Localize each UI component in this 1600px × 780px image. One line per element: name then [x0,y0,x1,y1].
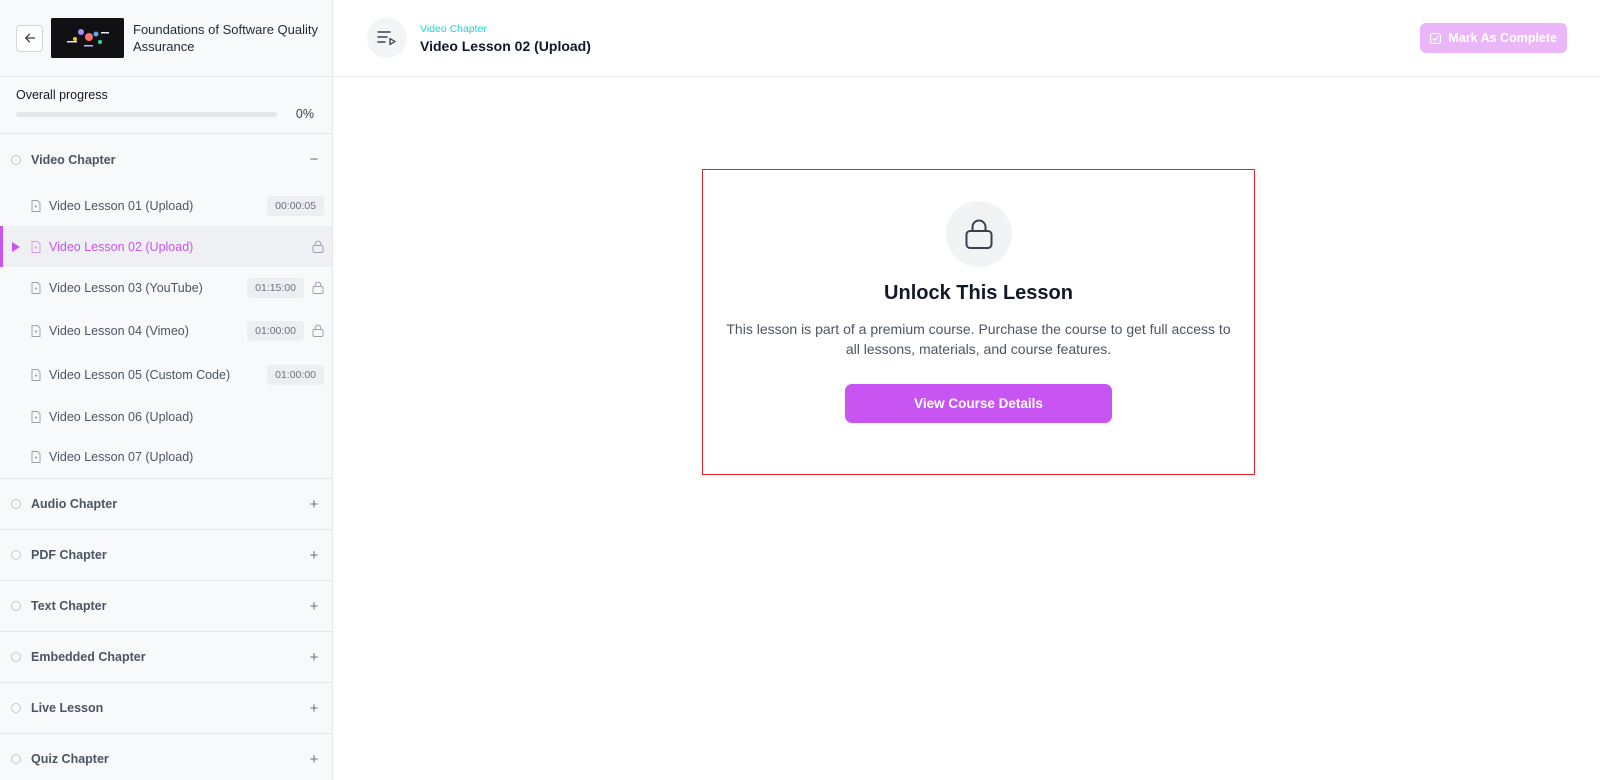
progress-row: 0% [16,107,316,121]
chapter-title: Video Chapter [31,152,116,167]
lesson-title: Video Lesson 07 (Upload) [49,450,194,464]
back-button[interactable] [16,24,43,52]
lesson-duration: 00:00:05 [267,195,324,216]
chapter-embedded[interactable]: Embedded Chapter + [0,632,332,683]
lock-badge [945,201,1012,267]
progress-bar [16,111,277,117]
unlock-title: Unlock This Lesson [884,282,1073,304]
expand-icon[interactable]: + [308,649,320,666]
chapter-status-icon [11,601,21,611]
overall-progress: Overall progress 0% [0,77,332,134]
chapter-title: Live Lesson [31,701,104,715]
mark-complete-button[interactable]: Mark As Complete [1420,23,1567,53]
lesson-list: Video Lesson 01 (Upload) 00:00:05 Video … [0,185,332,479]
lesson-item-07[interactable]: Video Lesson 07 (Upload) [0,437,332,477]
course-title: Foundations of Software Quality Assuranc… [133,22,318,54]
back-arrow-icon [24,33,35,43]
lesson-item-05[interactable]: Video Lesson 05 (Custom Code) 01:00:00 [0,353,332,396]
lesson-item-03[interactable]: Video Lesson 03 (YouTube) 01:15:00 [0,267,332,308]
lesson-header: Video Chapter Video Lesson 02 (Upload) M… [334,0,1600,77]
expand-icon[interactable]: + [308,598,320,615]
chapter-audio[interactable]: Audio Chapter + [0,479,332,530]
lesson-title: Video Lesson 05 (Custom Code) [49,367,231,382]
chapter-title: Audio Chapter [31,497,118,511]
chapter-quiz[interactable]: Quiz Chapter + [0,734,332,780]
chapter-status-icon [11,154,21,165]
chapter-status-icon [11,652,21,662]
file-icon [31,240,41,253]
chapter-status-icon [11,754,21,764]
app: Foundations of Software Quality Assuranc… [0,0,1600,780]
header-lesson-title: Video Lesson 02 (Upload) [420,37,591,54]
expand-icon[interactable]: + [308,547,320,564]
chapter-video[interactable]: Video Chapter − [0,134,332,185]
lesson-title: Video Lesson 04 (Vimeo) [49,323,189,338]
unlock-lesson-panel: Unlock This Lesson This lesson is part o… [702,169,1255,475]
progress-label: Overall progress [16,88,108,102]
lesson-duration: 01:00:00 [247,320,304,341]
file-icon [31,368,41,381]
lesson-item-02-active[interactable]: Video Lesson 02 (Upload) [0,226,332,267]
file-icon [31,410,41,423]
chapter-status-icon [11,499,21,509]
lesson-item-04[interactable]: Video Lesson 04 (Vimeo) 01:00:00 [0,308,332,353]
chapter-title: Text Chapter [31,599,107,613]
lock-icon [312,324,324,337]
header-chapter-label: Video Chapter [420,22,487,35]
file-icon [31,281,41,294]
file-icon [31,451,41,463]
chapter-live-lesson[interactable]: Live Lesson + [0,683,332,734]
lesson-title: Video Lesson 02 (Upload) [49,239,194,254]
lock-icon [312,240,324,253]
lesson-title: Video Lesson 03 (YouTube) [49,280,203,295]
playlist-toggle-button[interactable] [367,18,407,58]
lock-icon [965,219,992,249]
file-icon [31,199,41,212]
check-square-icon [1430,32,1442,44]
lesson-title: Video Lesson 01 (Upload) [49,198,194,213]
mark-complete-label: Mark As Complete [1448,31,1557,45]
play-icon [12,241,20,252]
chapter-pdf[interactable]: PDF Chapter + [0,530,332,581]
lock-icon [312,281,324,294]
view-course-details-button[interactable]: View Course Details [845,384,1112,423]
lesson-duration: 01:15:00 [247,277,304,298]
lesson-duration: 01:00:00 [267,364,324,385]
collapse-icon[interactable]: − [308,151,320,168]
chapter-status-icon [11,550,21,560]
expand-icon[interactable]: + [308,496,320,513]
file-icon [31,324,41,337]
course-thumbnail [51,18,124,58]
chapter-title: PDF Chapter [31,548,107,562]
progress-percent: 0% [295,107,314,121]
lesson-title: Video Lesson 06 (Upload) [49,409,194,424]
course-header: Foundations of Software Quality Assuranc… [0,0,332,77]
header-text: Video Chapter Video Lesson 02 (Upload) [420,23,591,54]
chapter-status-icon [11,703,21,713]
unlock-description: This lesson is part of a premium course.… [726,321,1231,357]
sidebar: Foundations of Software Quality Assuranc… [0,0,333,780]
chapter-title: Embedded Chapter [31,650,146,664]
lesson-item-01[interactable]: Video Lesson 01 (Upload) 00:00:05 [0,185,332,226]
playlist-icon [377,31,396,46]
lesson-item-06[interactable]: Video Lesson 06 (Upload) [0,396,332,437]
expand-icon[interactable]: + [308,700,320,717]
expand-icon[interactable]: + [308,751,320,768]
chapter-title: Quiz Chapter [31,752,109,766]
chapter-text[interactable]: Text Chapter + [0,581,332,632]
